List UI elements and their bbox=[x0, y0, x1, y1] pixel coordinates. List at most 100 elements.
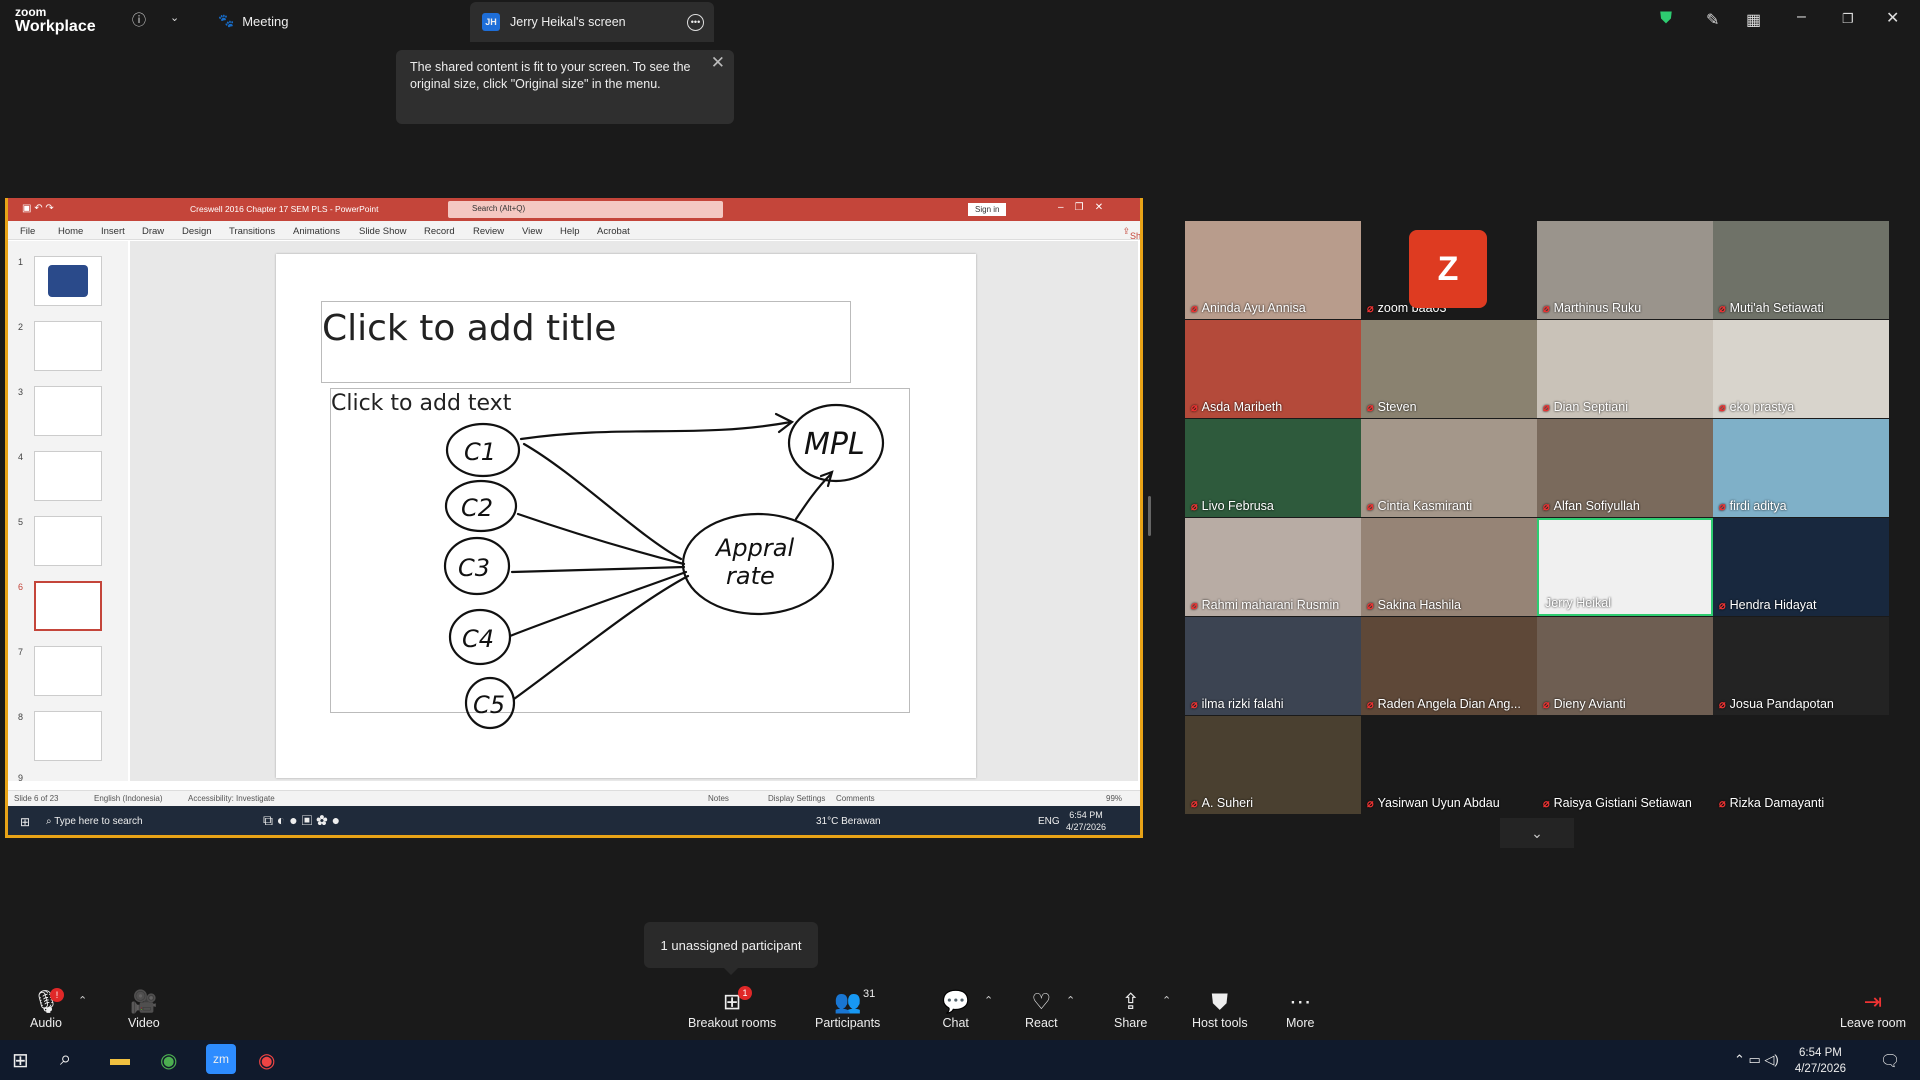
participants-button[interactable]: 👥 Participants 31 bbox=[815, 988, 880, 1030]
participant-name-tag: ⌀ Alfan Sofiyullah bbox=[1543, 499, 1640, 513]
audio-caret-icon[interactable]: ⌃ bbox=[78, 994, 87, 1007]
chrome-icon-2[interactable]: ◉ bbox=[258, 1048, 275, 1073]
restore-icon[interactable]: ❐ bbox=[1842, 11, 1854, 27]
comments-button[interactable]: Comments bbox=[836, 794, 875, 803]
chat-caret-icon[interactable]: ⌃ bbox=[984, 994, 993, 1007]
ppt-share-label: Share bbox=[1130, 231, 1142, 241]
slide-number: 1 bbox=[18, 257, 24, 267]
slide-thumb-1[interactable] bbox=[34, 256, 102, 306]
view-layout-icon[interactable]: ▦ bbox=[1746, 10, 1761, 30]
resize-handle[interactable] bbox=[1148, 496, 1151, 536]
participant-tile[interactable]: ⌀ Marthinus Ruku bbox=[1537, 221, 1713, 319]
participant-tile[interactable]: ⌀ Livo Februsa bbox=[1185, 419, 1361, 517]
info-icon[interactable]: ⓘ bbox=[132, 10, 146, 30]
file-explorer-icon[interactable]: ▬ bbox=[110, 1048, 130, 1071]
participant-tile[interactable]: ⌀ Dieny Avianti bbox=[1537, 617, 1713, 715]
participant-tile[interactable]: ⌀ Raden Angela Dian Ang... bbox=[1361, 617, 1537, 715]
leave-room-button[interactable]: ⇥ Leave room bbox=[1840, 988, 1906, 1030]
ppt-window-controls[interactable]: – ❐ ✕ bbox=[1058, 202, 1103, 213]
ppt-menu-insert[interactable]: Insert bbox=[101, 226, 125, 237]
search-icon[interactable]: ⌕ bbox=[60, 1048, 71, 1071]
ppt-menu-design[interactable]: Design bbox=[182, 226, 212, 237]
participant-tile[interactable]: ⌀ Aninda Ayu Annisa bbox=[1185, 221, 1361, 319]
ppt-menu-record[interactable]: Record bbox=[424, 226, 455, 237]
participant-tile[interactable]: ⌀ ilma rizki falahi bbox=[1185, 617, 1361, 715]
breakout-rooms-button[interactable]: ⊞ Breakout rooms 1 bbox=[688, 986, 776, 1030]
chrome-icon[interactable]: ◉ bbox=[160, 1048, 177, 1073]
slide-thumb-5[interactable] bbox=[34, 516, 102, 566]
share-button[interactable]: ⇪ Share bbox=[1114, 988, 1147, 1030]
more-options-icon[interactable]: ••• bbox=[687, 14, 704, 31]
notifications-icon[interactable]: 🗨 bbox=[1880, 1051, 1900, 1071]
ppt-search[interactable]: Search (Alt+Q) bbox=[448, 201, 723, 218]
windows-start-icon[interactable]: ⊞ bbox=[12, 1048, 29, 1073]
participant-name-tag: ⌀ Cintia Kasmiranti bbox=[1367, 499, 1472, 513]
share-caret-icon[interactable]: ⌃ bbox=[1162, 994, 1171, 1007]
close-icon[interactable]: ✕ bbox=[1886, 8, 1899, 28]
system-clock[interactable]: 6:54 PM 4/27/2026 bbox=[1795, 1045, 1846, 1077]
participant-tile[interactable]: ⌀ Josua Pandapotan bbox=[1713, 617, 1889, 715]
tray-icons[interactable]: ⌃ ▭ ◁) bbox=[1734, 1052, 1779, 1068]
slide-thumb-2[interactable] bbox=[34, 321, 102, 371]
slide-thumb-4[interactable] bbox=[34, 451, 102, 501]
gallery-next-icon[interactable]: ⌄ bbox=[1500, 818, 1574, 848]
participant-tile[interactable]: ⌀ Dian Septiani bbox=[1537, 320, 1713, 418]
host-tools-button[interactable]: ⛊ Host tools bbox=[1192, 988, 1248, 1030]
more-button[interactable]: ⋯ More bbox=[1286, 988, 1314, 1030]
chevron-down-icon[interactable]: ⌄ bbox=[170, 11, 179, 24]
ppt-menu-slideshow[interactable]: Slide Show bbox=[359, 226, 407, 237]
screen-share-tab[interactable]: JH Jerry Heikal's screen ••• bbox=[470, 2, 714, 42]
language[interactable]: English (Indonesia) bbox=[94, 794, 162, 803]
participant-tile[interactable]: ⌀ Rahmi maharani Rusmin bbox=[1185, 518, 1361, 616]
chat-button[interactable]: 💬 Chat bbox=[942, 988, 969, 1030]
ppt-share-button[interactable]: ⇪ Share bbox=[1122, 226, 1140, 241]
ppt-menu-acrobat[interactable]: Acrobat bbox=[597, 226, 630, 237]
slide-thumb-7[interactable] bbox=[34, 646, 102, 696]
participant-tile[interactable]: ⌀ A. Suheri bbox=[1185, 716, 1361, 814]
ppt-menu-review[interactable]: Review bbox=[473, 226, 504, 237]
slide-thumb-3[interactable] bbox=[34, 386, 102, 436]
participant-tile[interactable]: ⌀ Rizka Damayanti bbox=[1713, 716, 1889, 814]
participant-name: firdi aditya bbox=[1729, 499, 1787, 513]
display-settings-button[interactable]: Display Settings bbox=[768, 794, 825, 803]
ppt-signin-button[interactable]: Sign in bbox=[968, 203, 1007, 216]
video-button[interactable]: 🎥 Video bbox=[128, 988, 160, 1030]
ppt-menu-draw[interactable]: Draw bbox=[142, 226, 164, 237]
participant-tile[interactable]: ⌀ eko prastya bbox=[1713, 320, 1889, 418]
save-icon[interactable]: ▣ ↶ ↷ bbox=[22, 203, 54, 214]
zoom-level[interactable]: 99% bbox=[1106, 794, 1122, 803]
zoom-app-icon[interactable]: zm bbox=[206, 1044, 236, 1074]
participant-tile[interactable]: ⌀ Sakina Hashila bbox=[1361, 518, 1537, 616]
audio-button[interactable]: 🎙 Audio ! bbox=[30, 988, 64, 1030]
meeting-tab[interactable]: 🐾 Meeting bbox=[218, 13, 288, 29]
close-notice-icon[interactable]: ✕ bbox=[711, 54, 725, 71]
react-caret-icon[interactable]: ⌃ bbox=[1066, 994, 1075, 1007]
ppt-menu-transitions[interactable]: Transitions bbox=[229, 226, 275, 237]
participant-tile[interactable]: ⌀ Asda Maribeth bbox=[1185, 320, 1361, 418]
participant-tile[interactable]: Jerry Heikal bbox=[1537, 518, 1713, 616]
notes-button[interactable]: Notes bbox=[708, 794, 729, 803]
react-button[interactable]: ♡ React bbox=[1025, 988, 1058, 1030]
slide-thumb-8[interactable] bbox=[34, 711, 102, 761]
ppt-menu-home[interactable]: Home bbox=[58, 226, 83, 237]
ppt-menu-view[interactable]: View bbox=[522, 226, 542, 237]
muted-mic-icon: ⌀ bbox=[1719, 698, 1726, 711]
participant-tile[interactable]: ⌀ Hendra Hidayat bbox=[1713, 518, 1889, 616]
participant-tile[interactable]: ⌀ Steven bbox=[1361, 320, 1537, 418]
participant-tile[interactable]: ⌀ Cintia Kasmiranti bbox=[1361, 419, 1537, 517]
ppt-menu-help[interactable]: Help bbox=[560, 226, 580, 237]
minimize-icon[interactable]: – bbox=[1797, 8, 1806, 26]
participant-tile[interactable]: ⌀ Muti'ah Setiawati bbox=[1713, 221, 1889, 319]
shield-icon[interactable]: ⛊ bbox=[1660, 10, 1672, 28]
accessibility[interactable]: Accessibility: Investigate bbox=[188, 794, 275, 803]
participant-tile[interactable]: ⌀ Yasirwan Uyun Abdau bbox=[1361, 716, 1537, 814]
participant-name-tag: ⌀ Asda Maribeth bbox=[1191, 400, 1282, 414]
annotate-pen-icon[interactable]: ✎ bbox=[1706, 10, 1719, 30]
ppt-menu-file[interactable]: File bbox=[20, 226, 35, 237]
slide-thumb-6[interactable] bbox=[34, 581, 102, 631]
participant-tile[interactable]: ⌀ Alfan Sofiyullah bbox=[1537, 419, 1713, 517]
participant-tile[interactable]: ⌀ firdi aditya bbox=[1713, 419, 1889, 517]
leave-label: Leave room bbox=[1840, 1016, 1907, 1030]
participant-tile[interactable]: ⌀ Raisya Gistiani Setiawan bbox=[1537, 716, 1713, 814]
ppt-menu-animations[interactable]: Animations bbox=[293, 226, 340, 237]
